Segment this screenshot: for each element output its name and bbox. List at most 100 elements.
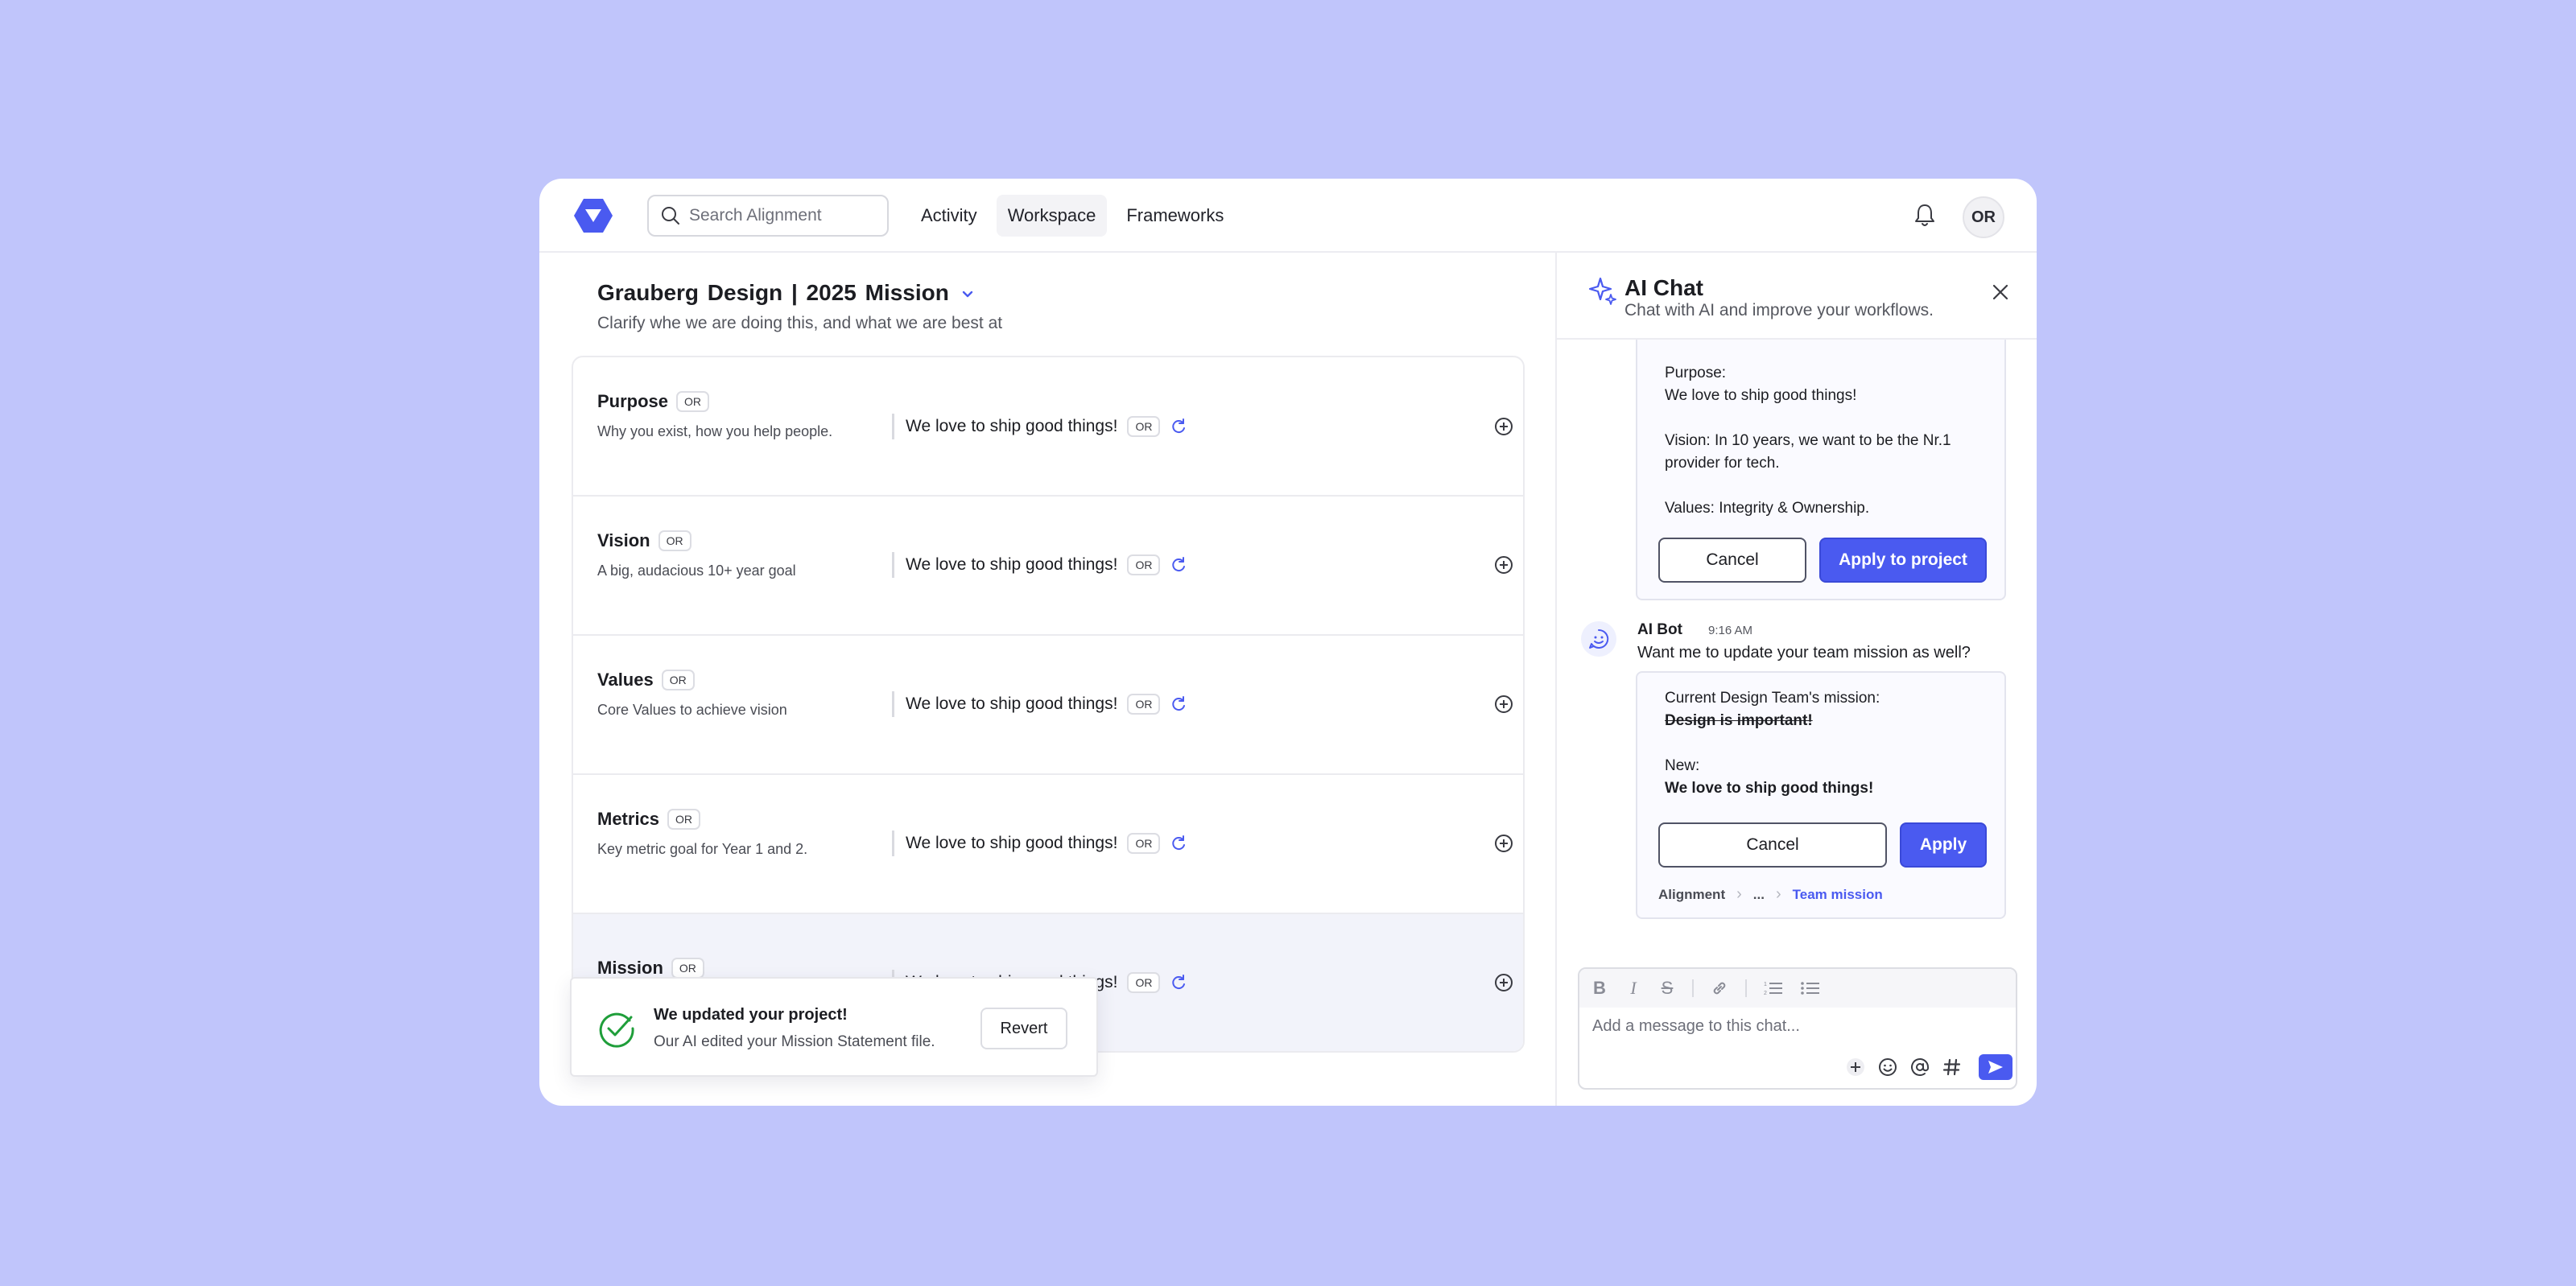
- sync-icon[interactable]: [1170, 418, 1187, 435]
- section-value[interactable]: We love to ship good things! OR: [892, 691, 1187, 717]
- logo-icon[interactable]: [573, 198, 613, 233]
- message-author: AI Bot: [1637, 621, 1682, 638]
- section-row-purpose[interactable]: Purpose OR Why you exist, how you help p…: [573, 357, 1523, 497]
- owner-tag: OR: [1127, 694, 1161, 715]
- mention-icon[interactable]: [1909, 1057, 1930, 1078]
- vision-text-cont: provider for tech.: [1665, 455, 1780, 472]
- sync-icon[interactable]: [1170, 974, 1187, 991]
- send-icon: [1988, 1061, 2003, 1074]
- search-input[interactable]: [689, 206, 882, 225]
- current-mission-value: Design is important!: [1665, 712, 1813, 729]
- composer-actions: [1845, 1054, 2013, 1080]
- toolbar-divider: [1745, 979, 1747, 997]
- chat-subtitle: Chat with AI and improve your workflows.: [1624, 301, 1934, 319]
- toast-message: Our AI edited your Mission Statement fil…: [654, 1033, 935, 1050]
- owner-tag: OR: [676, 391, 710, 412]
- section-name: Values OR: [597, 670, 695, 690]
- hashtag-icon[interactable]: [1942, 1057, 1963, 1078]
- section-row-metrics[interactable]: Metrics OR Key metric goal for Year 1 an…: [573, 775, 1523, 914]
- section-row-vision[interactable]: Vision OR A big, audacious 10+ year goal…: [573, 497, 1523, 636]
- owner-tag: OR: [1127, 833, 1161, 854]
- owner-tag: OR: [661, 670, 695, 690]
- owner-tag: OR: [667, 809, 701, 830]
- sparkle-icon: [1588, 277, 1616, 305]
- add-circle-icon[interactable]: [1494, 555, 1513, 575]
- italic-button[interactable]: I: [1624, 978, 1642, 999]
- add-circle-icon[interactable]: [1494, 695, 1513, 714]
- format-toolbar: B I S 1 2: [1579, 969, 2016, 1008]
- add-icon[interactable]: [1845, 1057, 1866, 1078]
- mission-sections: Purpose OR Why you exist, how you help p…: [572, 356, 1525, 1053]
- revert-button[interactable]: Revert: [980, 1008, 1067, 1049]
- team-mission-card: Current Design Team's mission: Design is…: [1636, 671, 2006, 919]
- purpose-value: We love to ship good things!: [1665, 387, 1857, 404]
- toolbar-divider: [1692, 979, 1694, 997]
- toast-title: We updated your project!: [654, 1006, 848, 1024]
- section-value[interactable]: We love to ship good things! OR: [892, 414, 1187, 439]
- message-input[interactable]: [1592, 1017, 2003, 1036]
- sync-icon[interactable]: [1170, 695, 1187, 713]
- section-desc: Key metric goal for Year 1 and 2.: [597, 841, 808, 857]
- owner-tag: OR: [1127, 416, 1161, 437]
- page-subtitle: Clarify whe we are doing this, and what …: [597, 314, 1003, 332]
- bell-icon[interactable]: [1913, 203, 1937, 229]
- nav-activity[interactable]: Activity: [910, 195, 989, 237]
- apply-to-project-button[interactable]: Apply to project: [1819, 538, 1987, 583]
- app-window: Activity Workspace Frameworks OR Grauber…: [539, 179, 2037, 1106]
- message-composer: B I S 1 2: [1578, 967, 2017, 1090]
- emoji-icon[interactable]: [1877, 1057, 1898, 1078]
- new-mission-label: New:: [1665, 757, 1700, 774]
- breadcrumb-separator: ›: [1736, 885, 1742, 903]
- check-circle-icon: [599, 1012, 634, 1048]
- owner-tag: OR: [658, 530, 691, 551]
- cancel-button[interactable]: Cancel: [1658, 538, 1806, 583]
- bot-avatar: [1581, 621, 1616, 657]
- suggestion-card: Purpose: We love to ship good things! Vi…: [1636, 317, 2006, 600]
- chat-header: AI Chat Chat with AI and improve your wo…: [1557, 253, 2037, 340]
- page-title-row[interactable]: Grauberg Design | 2025 Mission: [597, 280, 976, 306]
- ai-chat-panel: AI Chat Chat with AI and improve your wo…: [1555, 253, 2037, 1106]
- section-value[interactable]: We love to ship good things! OR: [892, 552, 1187, 578]
- close-icon[interactable]: [1990, 282, 2011, 303]
- breadcrumb-item[interactable]: ...: [1753, 887, 1765, 903]
- section-row-values[interactable]: Values OR Core Values to achieve vision …: [573, 636, 1523, 775]
- section-desc: Why you exist, how you help people.: [597, 423, 833, 439]
- new-mission-value: We love to ship good things!: [1665, 780, 1874, 797]
- owner-tag: OR: [671, 958, 704, 979]
- link-icon[interactable]: [1710, 979, 1729, 998]
- send-button[interactable]: [1979, 1054, 2013, 1080]
- purpose-label: Purpose:: [1665, 365, 1727, 381]
- breadcrumb-separator: ›: [1775, 885, 1781, 903]
- section-value[interactable]: We love to ship good things! OR: [892, 831, 1187, 856]
- add-circle-icon[interactable]: [1494, 973, 1513, 992]
- vision-text: Vision: In 10 years, we want to be the N…: [1665, 432, 1951, 449]
- breadcrumb-item[interactable]: Alignment: [1658, 887, 1725, 903]
- bold-button[interactable]: B: [1591, 978, 1608, 999]
- search-box[interactable]: [647, 195, 889, 237]
- section-name: Mission OR: [597, 958, 704, 979]
- owner-tag: OR: [1127, 554, 1161, 575]
- add-circle-icon[interactable]: [1494, 834, 1513, 853]
- cancel-button[interactable]: Cancel: [1658, 822, 1887, 868]
- section-desc: Core Values to achieve vision: [597, 702, 787, 718]
- top-bar: Activity Workspace Frameworks OR: [539, 179, 2037, 253]
- bullet-list-icon[interactable]: [1800, 979, 1821, 998]
- chat-bot-icon: [1589, 629, 1609, 649]
- nav-frameworks[interactable]: Frameworks: [1115, 195, 1235, 237]
- section-name: Metrics OR: [597, 809, 701, 830]
- add-circle-icon[interactable]: [1494, 417, 1513, 436]
- chat-title: AI Chat: [1624, 275, 1703, 300]
- user-avatar[interactable]: OR: [1963, 196, 2004, 238]
- message-time: 9:16 AM: [1708, 624, 1753, 637]
- breadcrumb-item-current[interactable]: Team mission: [1793, 887, 1883, 903]
- section-name: Vision OR: [597, 530, 691, 551]
- chevron-down-icon[interactable]: [959, 286, 976, 303]
- sync-icon[interactable]: [1170, 835, 1187, 852]
- ordered-list-icon[interactable]: 1 2: [1763, 979, 1784, 998]
- main-nav: Activity Workspace Frameworks: [910, 195, 1235, 237]
- apply-button[interactable]: Apply: [1900, 822, 1987, 868]
- strikethrough-button[interactable]: S: [1658, 978, 1676, 999]
- nav-workspace[interactable]: Workspace: [996, 195, 1108, 237]
- search-icon: [662, 207, 679, 225]
- sync-icon[interactable]: [1170, 556, 1187, 574]
